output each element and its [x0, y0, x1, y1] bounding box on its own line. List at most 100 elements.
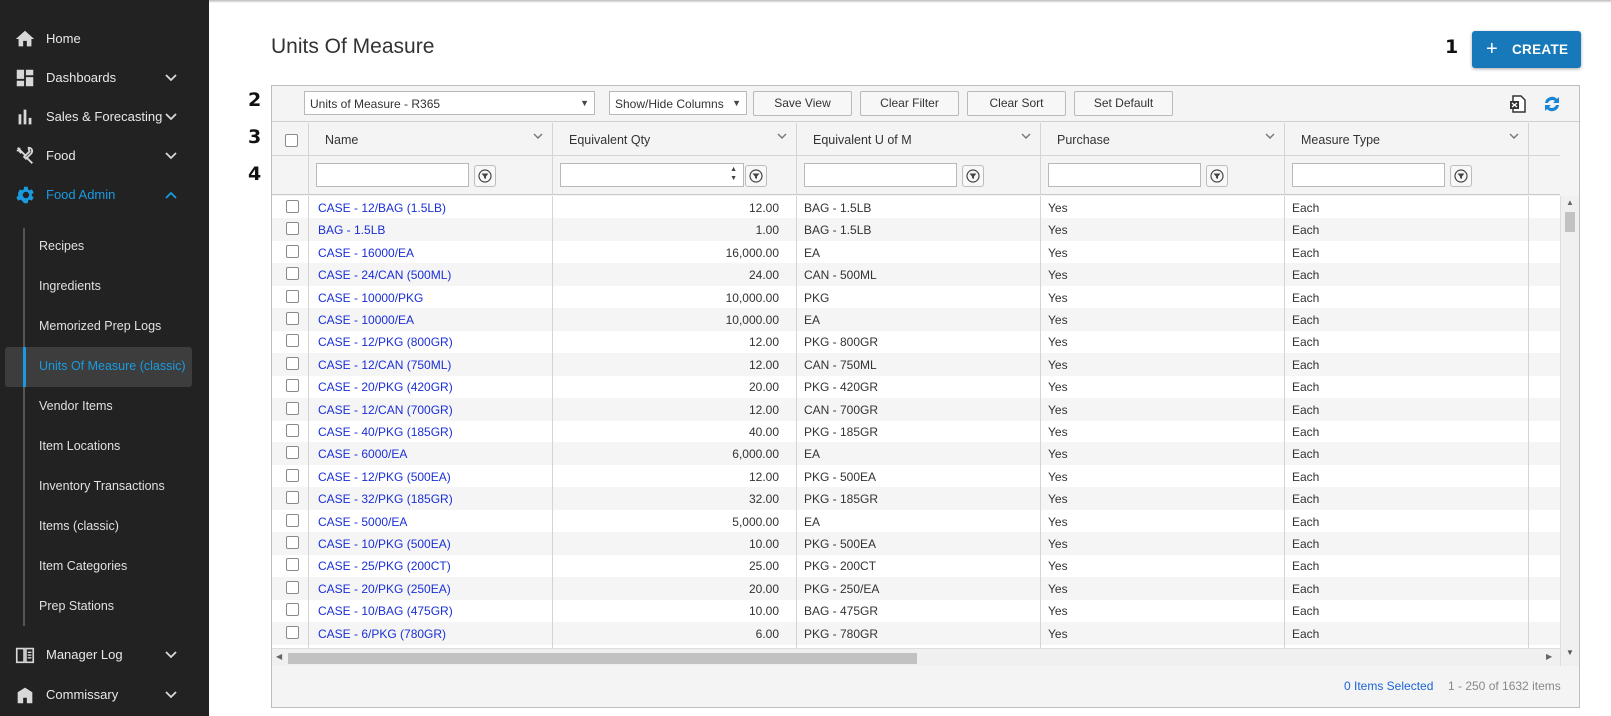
equivalent-qty-filter-input[interactable]: ▲ ▼: [560, 163, 744, 187]
row-checkbox[interactable]: [286, 603, 299, 617]
table-row[interactable]: CASE - 12/PKG (500EA) 12.00 PKG - 500EA Yes…: [272, 465, 1560, 488]
row-checkbox[interactable]: [286, 334, 299, 348]
scroll-up-icon[interactable]: ▲: [1566, 198, 1574, 207]
clear-filter-button[interactable]: Clear Filter: [860, 91, 959, 116]
table-row[interactable]: CASE - 10000/EA 10,000.00 EA Yes Each: [272, 308, 1560, 331]
row-checkbox[interactable]: [286, 222, 299, 236]
row-checkbox[interactable]: [286, 379, 299, 393]
table-row[interactable]: CASE - 25/PKG (200CT) 25.00 PKG - 200CT Yes…: [272, 554, 1560, 577]
uom-name-link[interactable]: CASE - 10/PKG (500EA): [318, 537, 451, 551]
set-default-button[interactable]: Set Default: [1074, 91, 1173, 116]
table-row[interactable]: CASE - 10000/PKG 10,000.00 PKG Yes Each: [272, 286, 1560, 309]
table-row[interactable]: CASE - 12/BAG (1.5LB) 12.00 BAG - 1.5LB Yes…: [272, 196, 1560, 219]
sidebar-item-memorized-prep-logs[interactable]: Memorized Prep Logs: [5, 307, 192, 347]
sidebar-item-recipes[interactable]: Recipes: [5, 227, 192, 267]
table-row[interactable]: CASE - 5000/EA 5,000.00 EA Yes Each: [272, 510, 1560, 533]
uom-name-link[interactable]: CASE - 32/PKG (185GR): [318, 492, 453, 506]
table-row[interactable]: CASE - 20/PKG (420GR) 20.00 PKG - 420GR Yes…: [272, 375, 1560, 398]
table-row[interactable]: CASE - 12/CAN (750ML) 12.00 CAN - 750ML Yes…: [272, 352, 1560, 376]
column-header-name[interactable]: Name: [308, 123, 552, 156]
row-checkbox[interactable]: [286, 580, 299, 594]
table-row[interactable]: CASE - 10/BAG (475GR) 10.00 BAG - 475GR Yes…: [272, 599, 1560, 622]
horizontal-scrollbar[interactable]: ◀ ▶: [272, 648, 1560, 666]
purchase-filter-button[interactable]: [1206, 165, 1228, 187]
sidebar-item-units-of-measure[interactable]: Units Of Measure (classic): [5, 347, 192, 387]
horizontal-scroll-thumb[interactable]: [288, 653, 917, 664]
table-row[interactable]: CASE - 12/PKG (800GR) 12.00 PKG - 800GR Yes…: [272, 330, 1560, 353]
sidebar-item-item-categories[interactable]: Item Categories: [5, 547, 192, 587]
scroll-left-icon[interactable]: ◀: [276, 652, 282, 661]
table-row[interactable]: BAG - 1.5LB 1.00 BAG - 1.5LB Yes Each: [272, 218, 1560, 242]
spinner-icon[interactable]: ▲ ▼: [730, 165, 737, 183]
uom-name-link[interactable]: CASE - 25/PKG (200CT): [318, 559, 451, 573]
uom-name-link[interactable]: CASE - 40/PKG (185GR): [318, 425, 453, 439]
row-checkbox[interactable]: [286, 356, 299, 370]
row-checkbox[interactable]: [286, 401, 299, 415]
purchase-filter-input[interactable]: [1048, 163, 1201, 187]
nav-commissary[interactable]: Commissary: [0, 675, 209, 715]
table-row[interactable]: CASE - 40/PKG (185GR) 40.00 PKG - 185GR Yes…: [272, 420, 1560, 443]
uom-name-link[interactable]: CASE - 5000/EA: [318, 515, 407, 529]
sidebar-item-item-locations[interactable]: Item Locations: [5, 427, 192, 467]
uom-name-link[interactable]: CASE - 12/PKG (800GR): [318, 335, 453, 349]
items-selected-count[interactable]: 0 Items Selected: [1344, 679, 1433, 693]
uom-name-link[interactable]: CASE - 12/CAN (750ML): [318, 358, 451, 372]
excel-export-icon[interactable]: [1508, 94, 1528, 114]
measure-type-filter-button[interactable]: [1450, 165, 1472, 187]
measure-type-filter-input[interactable]: [1292, 163, 1445, 187]
scroll-down-icon[interactable]: ▼: [1566, 648, 1574, 657]
equivalent-qty-filter-button[interactable]: [745, 165, 767, 187]
nav-sales-forecasting[interactable]: Sales & Forecasting: [0, 97, 209, 137]
table-row[interactable]: CASE - 32/PKG (185GR) 32.00 PKG - 185GR Yes…: [272, 487, 1560, 511]
uom-name-link[interactable]: CASE - 6000/EA: [318, 447, 407, 461]
nav-home[interactable]: Home: [0, 19, 209, 59]
uom-name-link[interactable]: BAG - 1.5LB: [318, 223, 385, 237]
row-checkbox[interactable]: [286, 289, 299, 303]
table-row[interactable]: CASE - 24/CAN (500ML) 24.00 CAN - 500ML Yes…: [272, 263, 1560, 287]
row-checkbox[interactable]: [286, 267, 299, 281]
nav-manager-log[interactable]: Manager Log: [0, 635, 209, 675]
uom-name-link[interactable]: CASE - 10/BAG (475GR): [318, 604, 453, 618]
clear-sort-button[interactable]: Clear Sort: [967, 91, 1066, 116]
sidebar-item-prep-stations[interactable]: Prep Stations: [5, 587, 192, 627]
table-row[interactable]: CASE - 16000/EA 16,000.00 EA Yes Each: [272, 241, 1560, 264]
vertical-scroll-thumb[interactable]: [1565, 212, 1575, 232]
show-hide-columns-select[interactable]: Show/Hide Columns ▼: [609, 91, 747, 115]
name-filter-input[interactable]: [316, 163, 469, 187]
row-checkbox[interactable]: [286, 625, 299, 639]
uom-name-link[interactable]: CASE - 12/CAN (700GR): [318, 403, 453, 417]
sidebar-item-inventory-transactions[interactable]: Inventory Transactions: [5, 467, 192, 507]
save-view-button[interactable]: Save View: [753, 91, 852, 116]
select-all-checkbox[interactable]: [285, 134, 298, 147]
uom-name-link[interactable]: CASE - 10000/PKG: [318, 291, 423, 305]
column-header-equivalent-uom[interactable]: Equivalent U of M: [796, 123, 1040, 156]
uom-name-link[interactable]: CASE - 16000/EA: [318, 246, 414, 260]
vertical-scrollbar[interactable]: ▲ ▼: [1560, 196, 1579, 672]
equivalent-uom-filter-button[interactable]: [962, 165, 984, 187]
row-checkbox[interactable]: [286, 536, 299, 549]
refresh-icon[interactable]: [1542, 94, 1562, 114]
column-header-purchase[interactable]: Purchase: [1040, 123, 1284, 156]
row-checkbox[interactable]: [286, 558, 299, 572]
nav-food-admin[interactable]: Food Admin: [0, 175, 209, 215]
column-header-measure-type[interactable]: Measure Type: [1284, 123, 1528, 156]
sidebar-item-ingredients[interactable]: Ingredients: [5, 267, 192, 307]
row-checkbox[interactable]: [286, 468, 299, 482]
table-row[interactable]: CASE - 10/PKG (500EA) 10.00 PKG - 500EA Yes…: [272, 532, 1560, 555]
view-select[interactable]: Units of Measure - R365 ▼: [304, 91, 595, 115]
create-button[interactable]: + CREATE: [1472, 31, 1581, 68]
row-checkbox[interactable]: [286, 491, 299, 505]
table-row[interactable]: CASE - 6/PKG (780GR) 6.00 PKG - 780GR Yes Ea…: [272, 621, 1560, 645]
table-row[interactable]: CASE - 20/PKG (250EA) 20.00 PKG - 250/EA Ye…: [272, 576, 1560, 600]
table-row[interactable]: CASE - 6000/EA 6,000.00 EA Yes Each: [272, 442, 1560, 466]
equivalent-uom-filter-input[interactable]: [804, 163, 957, 187]
row-checkbox[interactable]: [286, 446, 299, 460]
row-checkbox[interactable]: [286, 244, 299, 258]
row-checkbox[interactable]: [286, 312, 299, 325]
nav-food[interactable]: Food: [0, 136, 209, 176]
row-checkbox[interactable]: [286, 513, 299, 527]
uom-name-link[interactable]: CASE - 20/PKG (250EA): [318, 582, 451, 596]
uom-name-link[interactable]: CASE - 10000/EA: [318, 313, 414, 327]
column-header-equivalent-qty[interactable]: Equivalent Qty: [552, 123, 796, 156]
sidebar-item-items-classic[interactable]: Items (classic): [5, 507, 192, 547]
